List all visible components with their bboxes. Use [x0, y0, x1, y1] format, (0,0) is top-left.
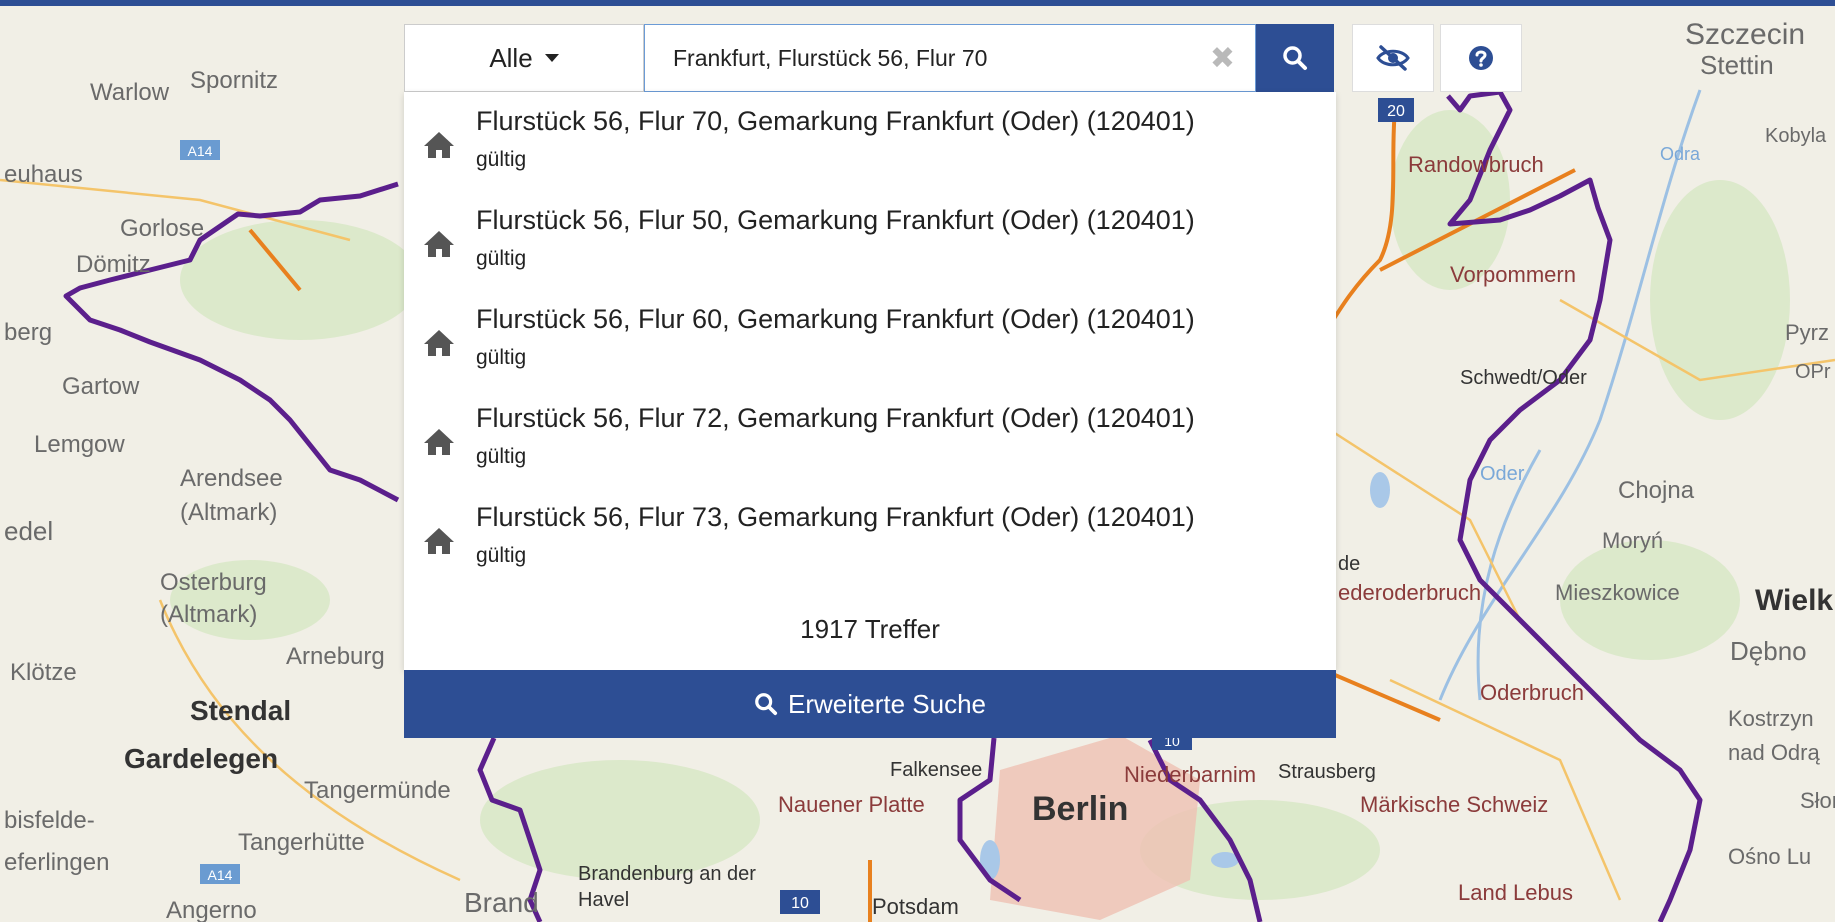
- help-button[interactable]: [1440, 24, 1522, 92]
- map-place-label: Schwedt/Oder: [1460, 367, 1587, 389]
- map-place-label: Oderbruch: [1480, 680, 1584, 705]
- result-status: gültig: [476, 544, 527, 567]
- map-place-label: Oder: [1480, 463, 1525, 485]
- search-icon: [1283, 46, 1307, 70]
- result-count: 1917 Treffer: [800, 614, 940, 644]
- home-icon: [424, 429, 454, 455]
- map-place-label: Pyrz: [1785, 320, 1829, 345]
- map-place-label: bisfelde-: [4, 807, 95, 834]
- map-place-label: eferlingen: [4, 849, 109, 876]
- map-place-label: (Altmark): [180, 499, 277, 526]
- search-filter-select[interactable]: Alle: [404, 24, 644, 92]
- map-place-label: Ośno Lu: [1728, 844, 1811, 869]
- result-status: gültig: [476, 247, 527, 270]
- map-place-label: de: [1338, 553, 1360, 575]
- caret-down-icon: [544, 54, 559, 62]
- map-place-label: Moryń: [1602, 528, 1663, 553]
- clear-icon[interactable]: ✖: [1210, 44, 1235, 74]
- map-place-label: Stettin: [1700, 50, 1774, 80]
- search-field: ✖: [644, 24, 1256, 92]
- search-filter-label: Alle: [489, 42, 533, 73]
- map-place-label: Brand: [464, 887, 539, 918]
- map-place-label: Gorlose: [120, 215, 204, 242]
- map-place-label: Kostrzyn: [1728, 706, 1814, 731]
- home-icon: [424, 528, 454, 554]
- road-shield-label: A14: [188, 143, 213, 159]
- advanced-search-button[interactable]: Erweiterte Suche: [404, 670, 1336, 738]
- result-status: gültig: [476, 148, 527, 171]
- map-place-label: Angerno: [166, 897, 257, 922]
- search-button[interactable]: [1256, 24, 1334, 92]
- question-circle-icon: [1469, 46, 1493, 70]
- map-place-label: Falkensee: [890, 759, 982, 781]
- home-icon: [424, 330, 454, 356]
- map-place-label: Land Lebus: [1458, 880, 1573, 905]
- advanced-search-label: Erweiterte Suche: [788, 688, 986, 719]
- map-place-label: OPr: [1795, 361, 1831, 383]
- map-place-label: berg: [4, 319, 52, 346]
- map-place-label: Chojna: [1618, 477, 1695, 504]
- map-place-label: Strausberg: [1278, 761, 1376, 783]
- home-icon: [424, 231, 454, 257]
- map-place-label: Tangerhütte: [238, 829, 365, 856]
- road-shield-label: 20: [1387, 103, 1405, 120]
- search-input[interactable]: [671, 43, 1195, 73]
- map-place-label: Lemgow: [34, 431, 125, 458]
- map-place-label: euhaus: [4, 161, 83, 188]
- road-shield-label: 10: [791, 895, 809, 912]
- result-title: Flurstück 56, Flur 70, Gemarkung Frankfu…: [476, 106, 1195, 136]
- map-place-label: Niederbarnim: [1124, 762, 1256, 787]
- search-result-item[interactable]: Flurstück 56, Flur 70, Gemarkung Frankfu…: [404, 92, 1336, 188]
- result-title: Flurstück 56, Flur 50, Gemarkung Frankfu…: [476, 205, 1195, 235]
- map-place-label: Märkische Schweiz: [1360, 792, 1548, 817]
- map-place-label: Słońsk: [1800, 788, 1835, 813]
- search-result-item[interactable]: Flurstück 56, Flur 72, Gemarkung Frankfu…: [404, 389, 1336, 485]
- map-place-label: Brandenburg an der: [578, 863, 756, 885]
- map-place-label: Warlow: [90, 79, 170, 106]
- result-title: Flurstück 56, Flur 72, Gemarkung Frankfu…: [476, 403, 1195, 433]
- map-place-label: Dębno: [1730, 636, 1807, 666]
- map-place-label: Gartow: [62, 373, 140, 400]
- map-place-label: Szczecin: [1685, 18, 1805, 51]
- home-icon: [424, 132, 454, 158]
- road-shield-label: A14: [208, 867, 233, 883]
- result-title: Flurstück 56, Flur 60, Gemarkung Frankfu…: [476, 304, 1195, 334]
- search-result-item[interactable]: Flurstück 56, Flur 73, Gemarkung Frankfu…: [404, 488, 1336, 584]
- search-result-item[interactable]: Flurstück 56, Flur 60, Gemarkung Frankfu…: [404, 290, 1336, 386]
- map-place-label: Vorpommern: [1450, 262, 1576, 287]
- search-result-item[interactable]: Flurstück 56, Flur 50, Gemarkung Frankfu…: [404, 191, 1336, 287]
- search-bar: Alle ✖: [404, 24, 1334, 92]
- map-place-label: ederoderbruch: [1338, 580, 1481, 605]
- map-place-label: edel: [4, 516, 53, 546]
- map-place-label: Kobyla: [1765, 125, 1827, 147]
- map-place-label: Mieszkowice: [1555, 580, 1680, 605]
- map-place-label: Spornitz: [190, 67, 278, 94]
- search-icon: [755, 693, 778, 716]
- map-place-label: Stendal: [190, 695, 291, 726]
- map-place-label: (Altmark): [160, 601, 257, 628]
- map-place-label: Odra: [1660, 144, 1701, 164]
- map-place-label: Tangermünde: [304, 777, 451, 804]
- result-status: gültig: [476, 346, 527, 369]
- map-place-label: Osterburg: [160, 569, 267, 596]
- map-place-label: Nauener Platte: [778, 792, 925, 817]
- map-place-label: Dömitz: [76, 251, 151, 278]
- map-place-label: Randowbruch: [1408, 152, 1544, 177]
- map-place-label: Potsdam: [872, 894, 959, 919]
- map-place-label: Arendsee: [180, 465, 283, 492]
- map-place-label: Wielk: [1755, 584, 1833, 617]
- result-title: Flurstück 56, Flur 73, Gemarkung Frankfu…: [476, 502, 1195, 532]
- map-place-label: nad Odrą: [1728, 740, 1820, 765]
- eye-slash-icon: [1376, 45, 1410, 71]
- visibility-toggle-button[interactable]: [1352, 24, 1434, 92]
- result-status: gültig: [476, 445, 527, 468]
- map-place-label: Havel: [578, 889, 629, 911]
- map-place-label: Gardelegen: [124, 743, 278, 774]
- map-place-label: Arneburg: [286, 643, 385, 670]
- map-place-label: Klötze: [10, 659, 77, 686]
- search-results-dropdown: Flurstück 56, Flur 70, Gemarkung Frankfu…: [404, 92, 1336, 670]
- map-place-label: Berlin: [1032, 790, 1128, 828]
